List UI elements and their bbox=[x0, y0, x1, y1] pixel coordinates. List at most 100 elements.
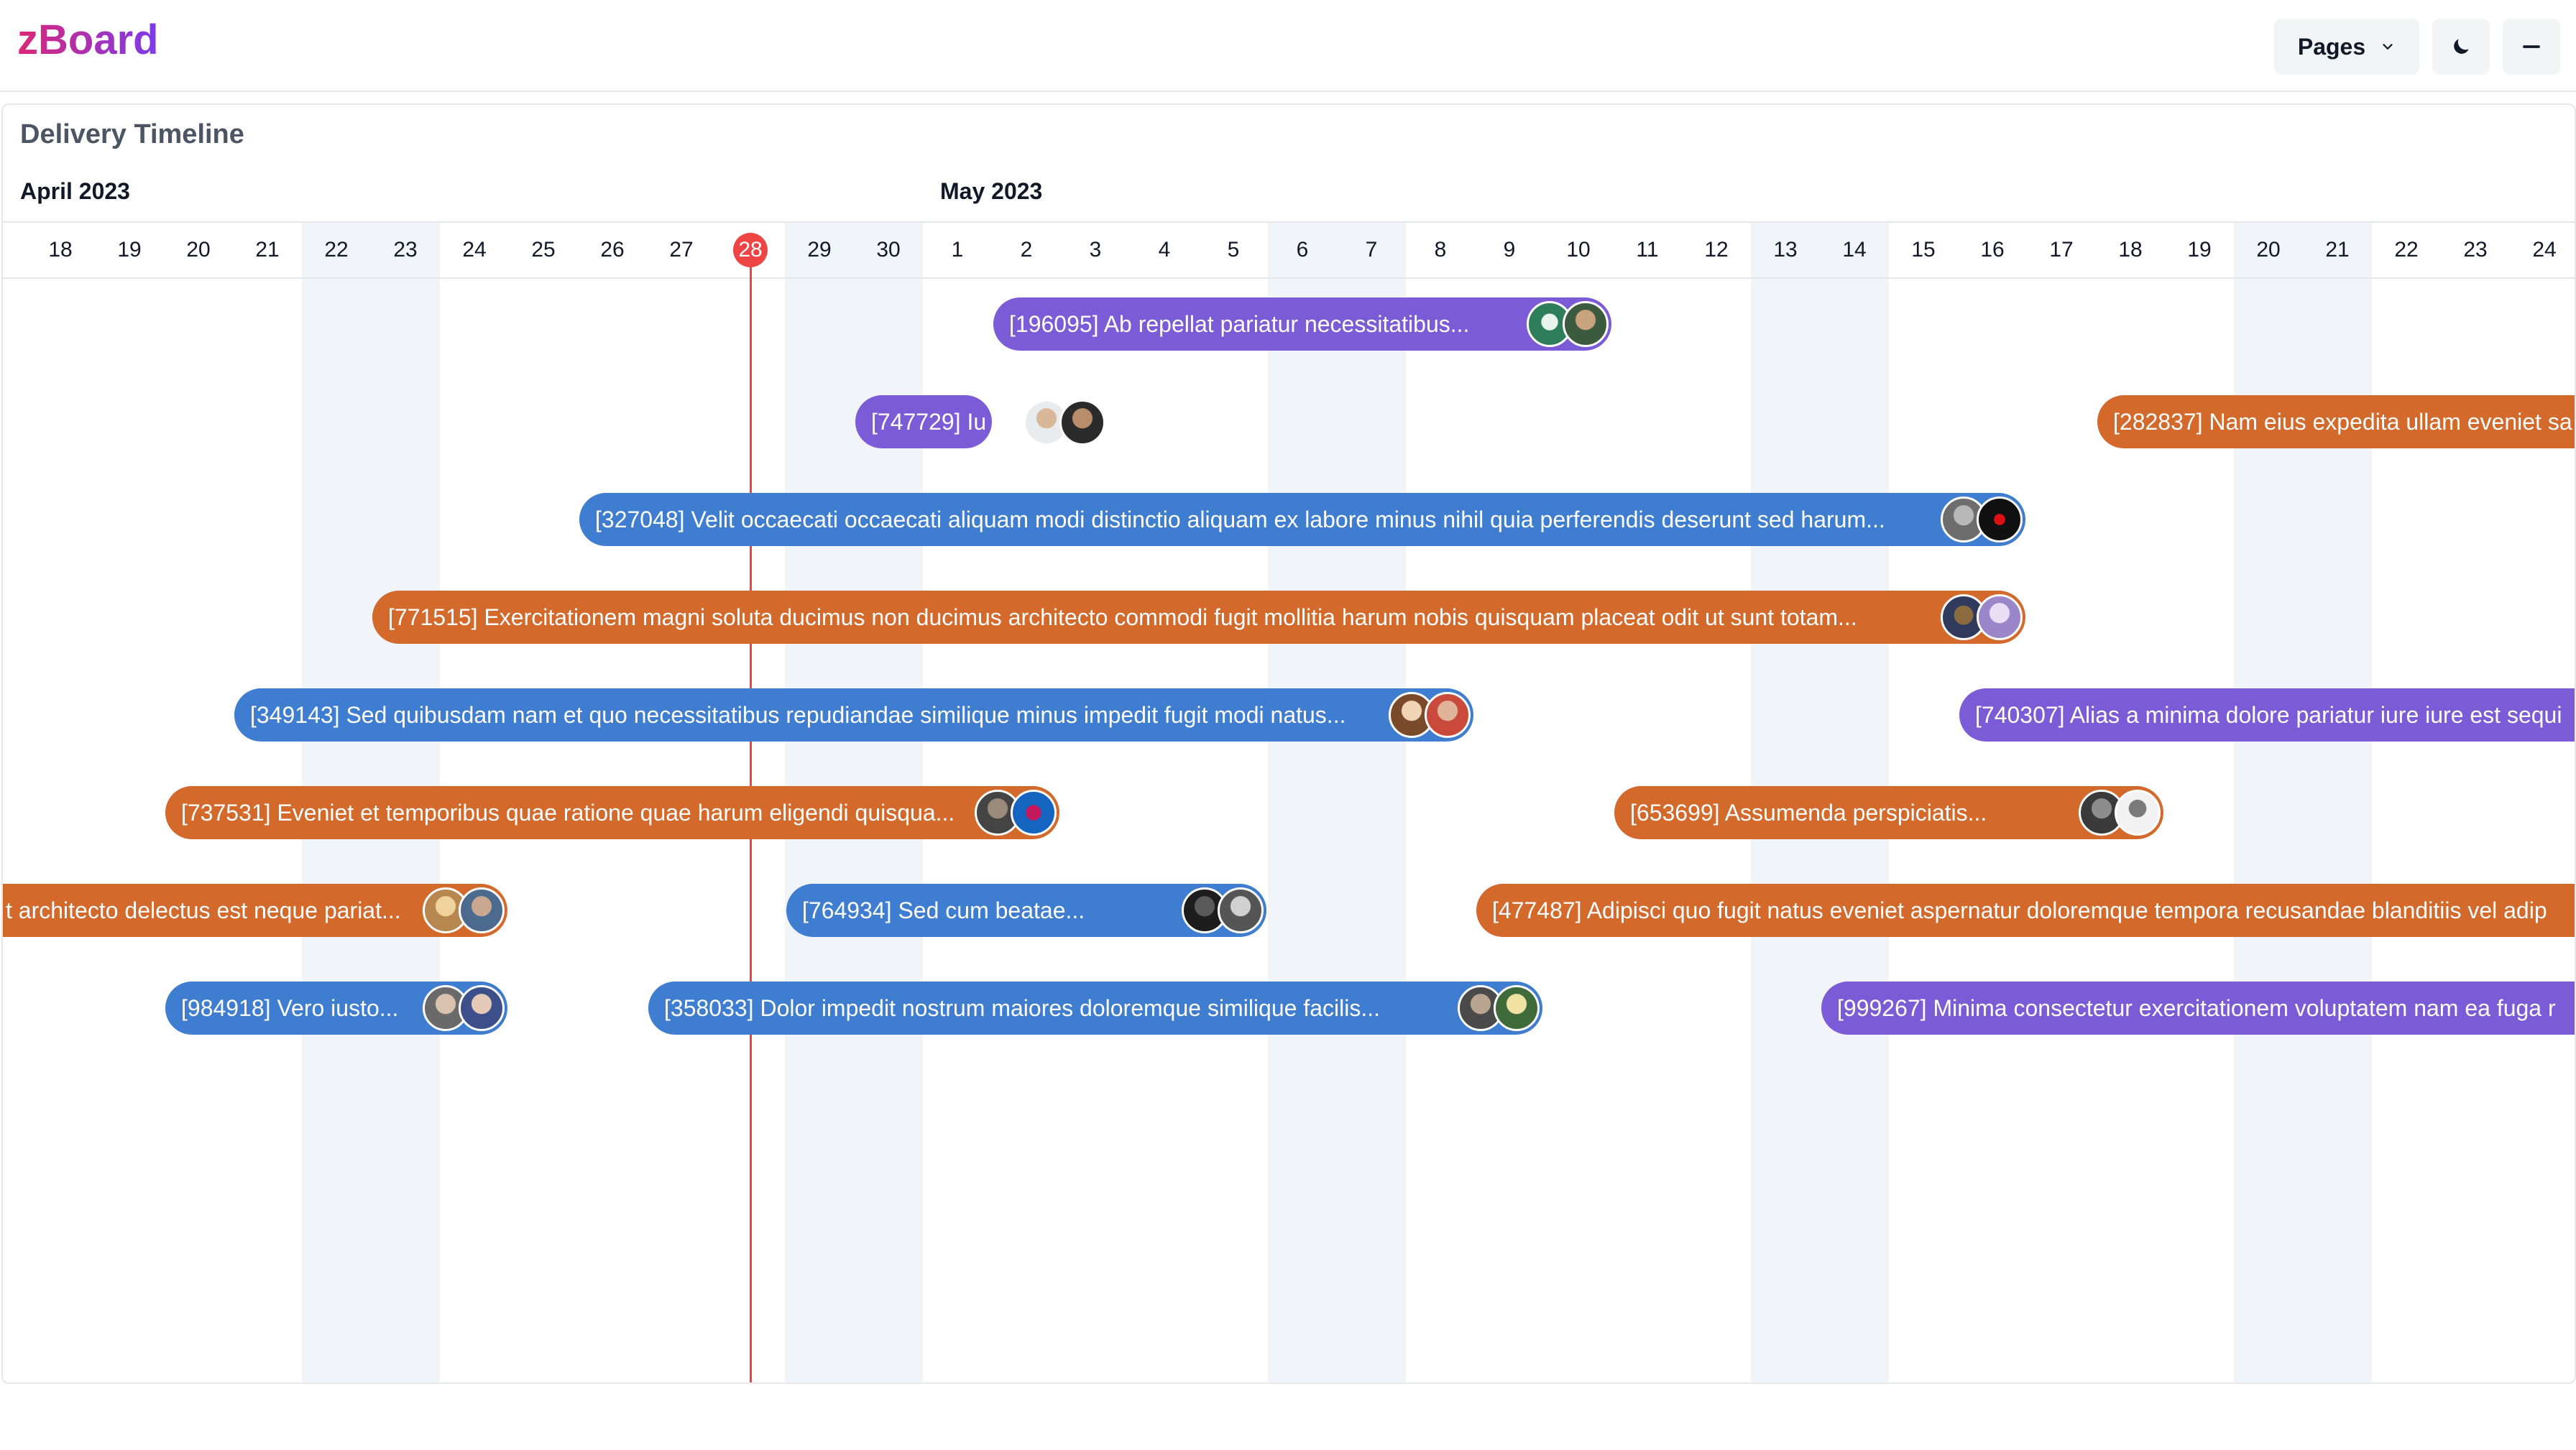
day-cell: 18 bbox=[48, 238, 73, 262]
timeline-bar[interactable]: [764934] Sed cum beatae... bbox=[786, 884, 1266, 937]
avatar bbox=[1977, 497, 2023, 542]
panel-title: Delivery Timeline bbox=[20, 119, 244, 149]
day-cell: 22 bbox=[324, 238, 349, 262]
assignee-avatars bbox=[975, 790, 1057, 836]
bar-label: [282837] Nam eius expedita ullam eveniet… bbox=[2113, 408, 2572, 435]
delivery-timeline-panel: Delivery Timeline April 2023 May 2023 18… bbox=[1, 103, 2576, 1384]
day-cell: 25 bbox=[531, 238, 556, 262]
minimize-button[interactable] bbox=[2503, 19, 2560, 75]
bar-label: [747729] Iu bbox=[871, 408, 987, 435]
chevron-down-icon bbox=[2383, 44, 2393, 50]
timeline-bar[interactable]: t architecto delectus est neque pariat..… bbox=[3, 884, 507, 937]
pages-dropdown-button[interactable]: Pages bbox=[2274, 19, 2419, 75]
bar-label: [740307] Alias a minima dolore pariatur … bbox=[1975, 701, 2562, 728]
bar-label: [984918] Vero iusto... bbox=[181, 994, 399, 1021]
day-cell: 29 bbox=[807, 238, 832, 262]
avatar bbox=[1425, 692, 1471, 738]
timeline-bar[interactable]: [984918] Vero iusto... bbox=[165, 982, 507, 1035]
day-cell: 23 bbox=[393, 238, 418, 262]
bar-label: [771515] Exercitationem magni soluta duc… bbox=[388, 604, 1857, 630]
timeline-bar[interactable]: [327048] Velit occaecati occaecati aliqu… bbox=[579, 493, 2025, 546]
day-cell: 17 bbox=[2049, 238, 2074, 262]
avatar bbox=[1011, 790, 1057, 836]
bar-label: [653699] Assumenda perspiciatis... bbox=[1630, 799, 1987, 826]
day-cell: 30 bbox=[876, 238, 901, 262]
bar-label: [327048] Velit occaecati occaecati aliqu… bbox=[595, 506, 1885, 532]
weekend-shade bbox=[1268, 223, 1406, 1382]
timeline-bar[interactable]: [358033] Dolor impedit nostrum maiores d… bbox=[648, 982, 1542, 1035]
day-cell: 21 bbox=[255, 238, 280, 262]
timeline-bar[interactable]: [653699] Assumenda perspiciatis... bbox=[1614, 786, 2163, 839]
bar-label: [999267] Minima consectetur exercitation… bbox=[1837, 994, 2556, 1021]
timeline-bar[interactable]: [282837] Nam eius expedita ullam eveniet… bbox=[2097, 395, 2575, 448]
assignee-avatars bbox=[2079, 790, 2161, 836]
day-cell: 8 bbox=[1434, 238, 1447, 262]
day-cell: 24 bbox=[462, 238, 487, 262]
month-label-may: May 2023 bbox=[940, 178, 1043, 204]
assignee-avatars bbox=[1458, 985, 1540, 1031]
timeline-bar[interactable]: [196095] Ab repellat pariatur necessitat… bbox=[993, 297, 1611, 351]
day-cell: 20 bbox=[2256, 238, 2281, 262]
bar-label: [358033] Dolor impedit nostrum maiores d… bbox=[664, 994, 1380, 1021]
timeline-bar[interactable]: [771515] Exercitationem magni soluta duc… bbox=[372, 591, 2025, 644]
day-header-row: 18 19 20 21 22 23 24 25 26 27 28 29 30 1… bbox=[3, 221, 2575, 279]
assignee-avatars bbox=[1389, 692, 1471, 738]
day-cell: 5 bbox=[1227, 238, 1240, 262]
bar-label: [477487] Adipisci quo fugit natus evenie… bbox=[1492, 897, 2547, 923]
timeline-bar[interactable]: [747729] Iu bbox=[855, 395, 992, 448]
avatar bbox=[1563, 301, 1609, 347]
bar-label: t architecto delectus est neque pariat..… bbox=[6, 897, 401, 923]
day-cell: 22 bbox=[2394, 238, 2419, 262]
day-cell: 24 bbox=[2532, 238, 2557, 262]
day-cell: 23 bbox=[2463, 238, 2488, 262]
day-cell: 16 bbox=[1980, 238, 2005, 262]
avatar bbox=[1977, 594, 2023, 640]
day-cell: 4 bbox=[1158, 238, 1171, 262]
bar-label: [764934] Sed cum beatae... bbox=[802, 897, 1085, 923]
day-cell: 19 bbox=[2187, 238, 2212, 262]
timeline-bar[interactable]: [349143] Sed quibusdam nam et quo necess… bbox=[234, 688, 1473, 742]
theme-toggle-button[interactable] bbox=[2432, 19, 2490, 75]
timeline-bar[interactable]: [999267] Minima consectetur exercitation… bbox=[1821, 982, 2575, 1035]
day-cell: 13 bbox=[1773, 238, 1798, 262]
day-cell: 10 bbox=[1566, 238, 1591, 262]
day-cell: 21 bbox=[2325, 238, 2350, 262]
timeline-bar[interactable]: [477487] Adipisci quo fugit natus evenie… bbox=[1476, 884, 2575, 937]
minus-icon bbox=[2523, 45, 2540, 48]
bar-label: [196095] Ab repellat pariatur necessitat… bbox=[1009, 310, 1470, 337]
avatar bbox=[459, 887, 505, 933]
day-cell: 6 bbox=[1296, 238, 1309, 262]
bar-label: [737531] Eveniet et temporibus quae rati… bbox=[181, 799, 955, 826]
top-bar: zBoard Pages bbox=[0, 0, 2576, 92]
timeline-bar[interactable]: [737531] Eveniet et temporibus quae rati… bbox=[165, 786, 1059, 839]
assignee-avatars bbox=[423, 985, 505, 1031]
day-cell: 1 bbox=[951, 238, 964, 262]
assignee-avatars bbox=[423, 887, 505, 933]
day-cell: 14 bbox=[1842, 238, 1867, 262]
day-cell: 9 bbox=[1503, 238, 1516, 262]
assignee-avatars bbox=[1941, 497, 2023, 542]
pages-label: Pages bbox=[2297, 33, 2366, 60]
assignee-avatars bbox=[1527, 301, 1609, 347]
assignee-avatars bbox=[1024, 400, 1105, 445]
day-cell: 15 bbox=[1911, 238, 1936, 262]
assignee-avatars bbox=[1182, 887, 1264, 933]
day-cell: 26 bbox=[600, 238, 625, 262]
day-cell: 3 bbox=[1089, 238, 1102, 262]
avatar bbox=[1059, 400, 1105, 445]
assignee-avatars bbox=[1941, 594, 2023, 640]
month-label-april: April 2023 bbox=[20, 178, 130, 204]
moon-icon bbox=[2454, 39, 2469, 54]
avatar bbox=[2115, 790, 2161, 836]
day-cell: 12 bbox=[1704, 238, 1729, 262]
day-cell: 11 bbox=[1636, 238, 1659, 262]
day-cell: 2 bbox=[1020, 238, 1033, 262]
avatar bbox=[1494, 985, 1540, 1031]
bar-label: [349143] Sed quibusdam nam et quo necess… bbox=[250, 701, 1346, 728]
day-cell: 27 bbox=[669, 238, 694, 262]
app-logo[interactable]: zBoard bbox=[17, 16, 159, 64]
day-cell: 18 bbox=[2118, 238, 2143, 262]
timeline-bar[interactable]: [740307] Alias a minima dolore pariatur … bbox=[1959, 688, 2575, 742]
day-cell: 20 bbox=[186, 238, 211, 262]
day-cell: 19 bbox=[117, 238, 142, 262]
